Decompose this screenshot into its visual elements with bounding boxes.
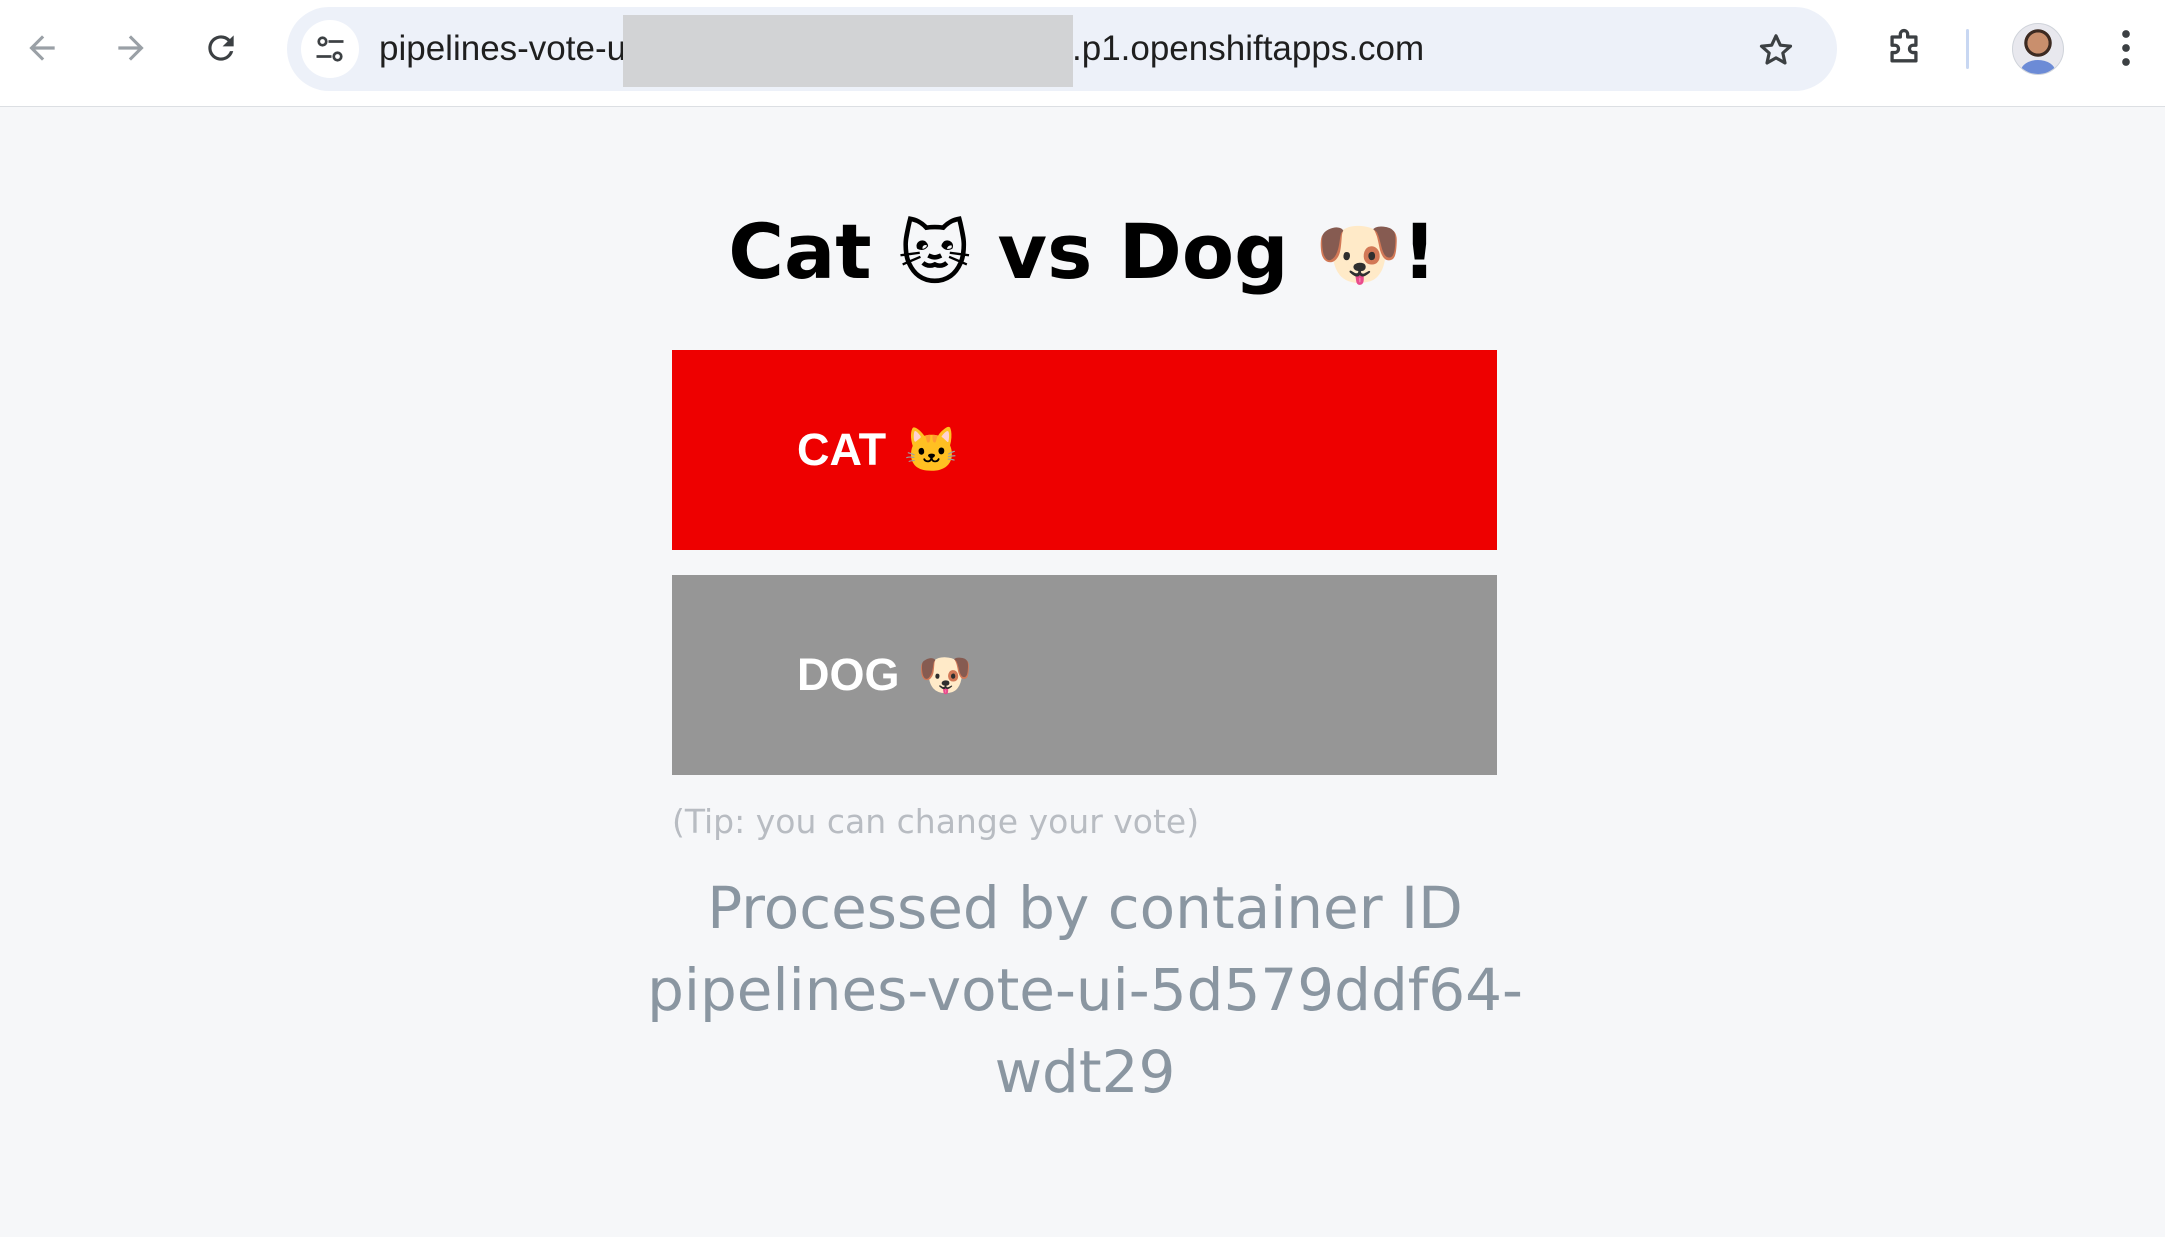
star-icon: [1759, 34, 1793, 65]
toolbar-divider: [1966, 29, 1969, 69]
arrow-right-icon: [118, 35, 144, 61]
browser-toolbar: pipelines-vote-u .p1.openshiftapps.com: [0, 0, 2165, 107]
page-title: Cat 🐱 vs Dog 🐶!: [0, 197, 2165, 309]
url-prefix: pipelines-vote-u: [379, 29, 627, 68]
cat-emoji-icon: 🐱: [898, 213, 972, 295]
vote-dog-button[interactable]: DOG 🐶: [672, 575, 1497, 775]
vote-page: Cat 🐱 vs Dog 🐶! CAT 🐱 DOG 🐶 (Tip: you ca…: [0, 107, 2165, 1237]
url-redaction: [623, 15, 1073, 87]
reload-icon: [208, 35, 234, 61]
back-button[interactable]: [16, 22, 68, 74]
puzzle-icon: [1890, 28, 1918, 63]
arrow-left-icon: [29, 35, 55, 61]
title-dog-text: vs Dog: [997, 207, 1289, 296]
tune-icon: [316, 36, 344, 62]
browser-menu-button[interactable]: [2106, 22, 2146, 74]
cat-button-label: CAT: [797, 424, 887, 475]
dog-emoji-icon: 🐶: [1314, 213, 1403, 295]
vote-cat-button[interactable]: CAT 🐱: [672, 350, 1497, 550]
container-id: pipelines-vote-ui-5d579ddf64-wdt29: [647, 956, 1523, 1106]
profile-avatar[interactable]: [2012, 23, 2064, 75]
dog-emoji-icon: 🐶: [917, 651, 973, 700]
container-id-info: Processed by container ID pipelines-vote…: [640, 867, 1530, 1113]
vote-tip: (Tip: you can change your vote): [672, 802, 1200, 841]
processed-by-label: Processed by container ID: [707, 874, 1463, 942]
title-cat-text: Cat: [728, 207, 872, 296]
title-exclamation: !: [1402, 207, 1437, 296]
dog-button-label: DOG: [797, 649, 900, 700]
bookmark-button[interactable]: [1753, 27, 1799, 73]
forward-button[interactable]: [105, 22, 157, 74]
url-suffix: .p1.openshiftapps.com: [1072, 29, 1425, 68]
cat-emoji-icon: 🐱: [904, 426, 959, 475]
kebab-menu-icon: [2122, 30, 2130, 66]
site-info-button[interactable]: [301, 20, 359, 78]
reload-button[interactable]: [195, 22, 247, 74]
extensions-button[interactable]: [1878, 22, 1930, 74]
address-bar[interactable]: pipelines-vote-u .p1.openshiftapps.com: [287, 7, 1837, 91]
